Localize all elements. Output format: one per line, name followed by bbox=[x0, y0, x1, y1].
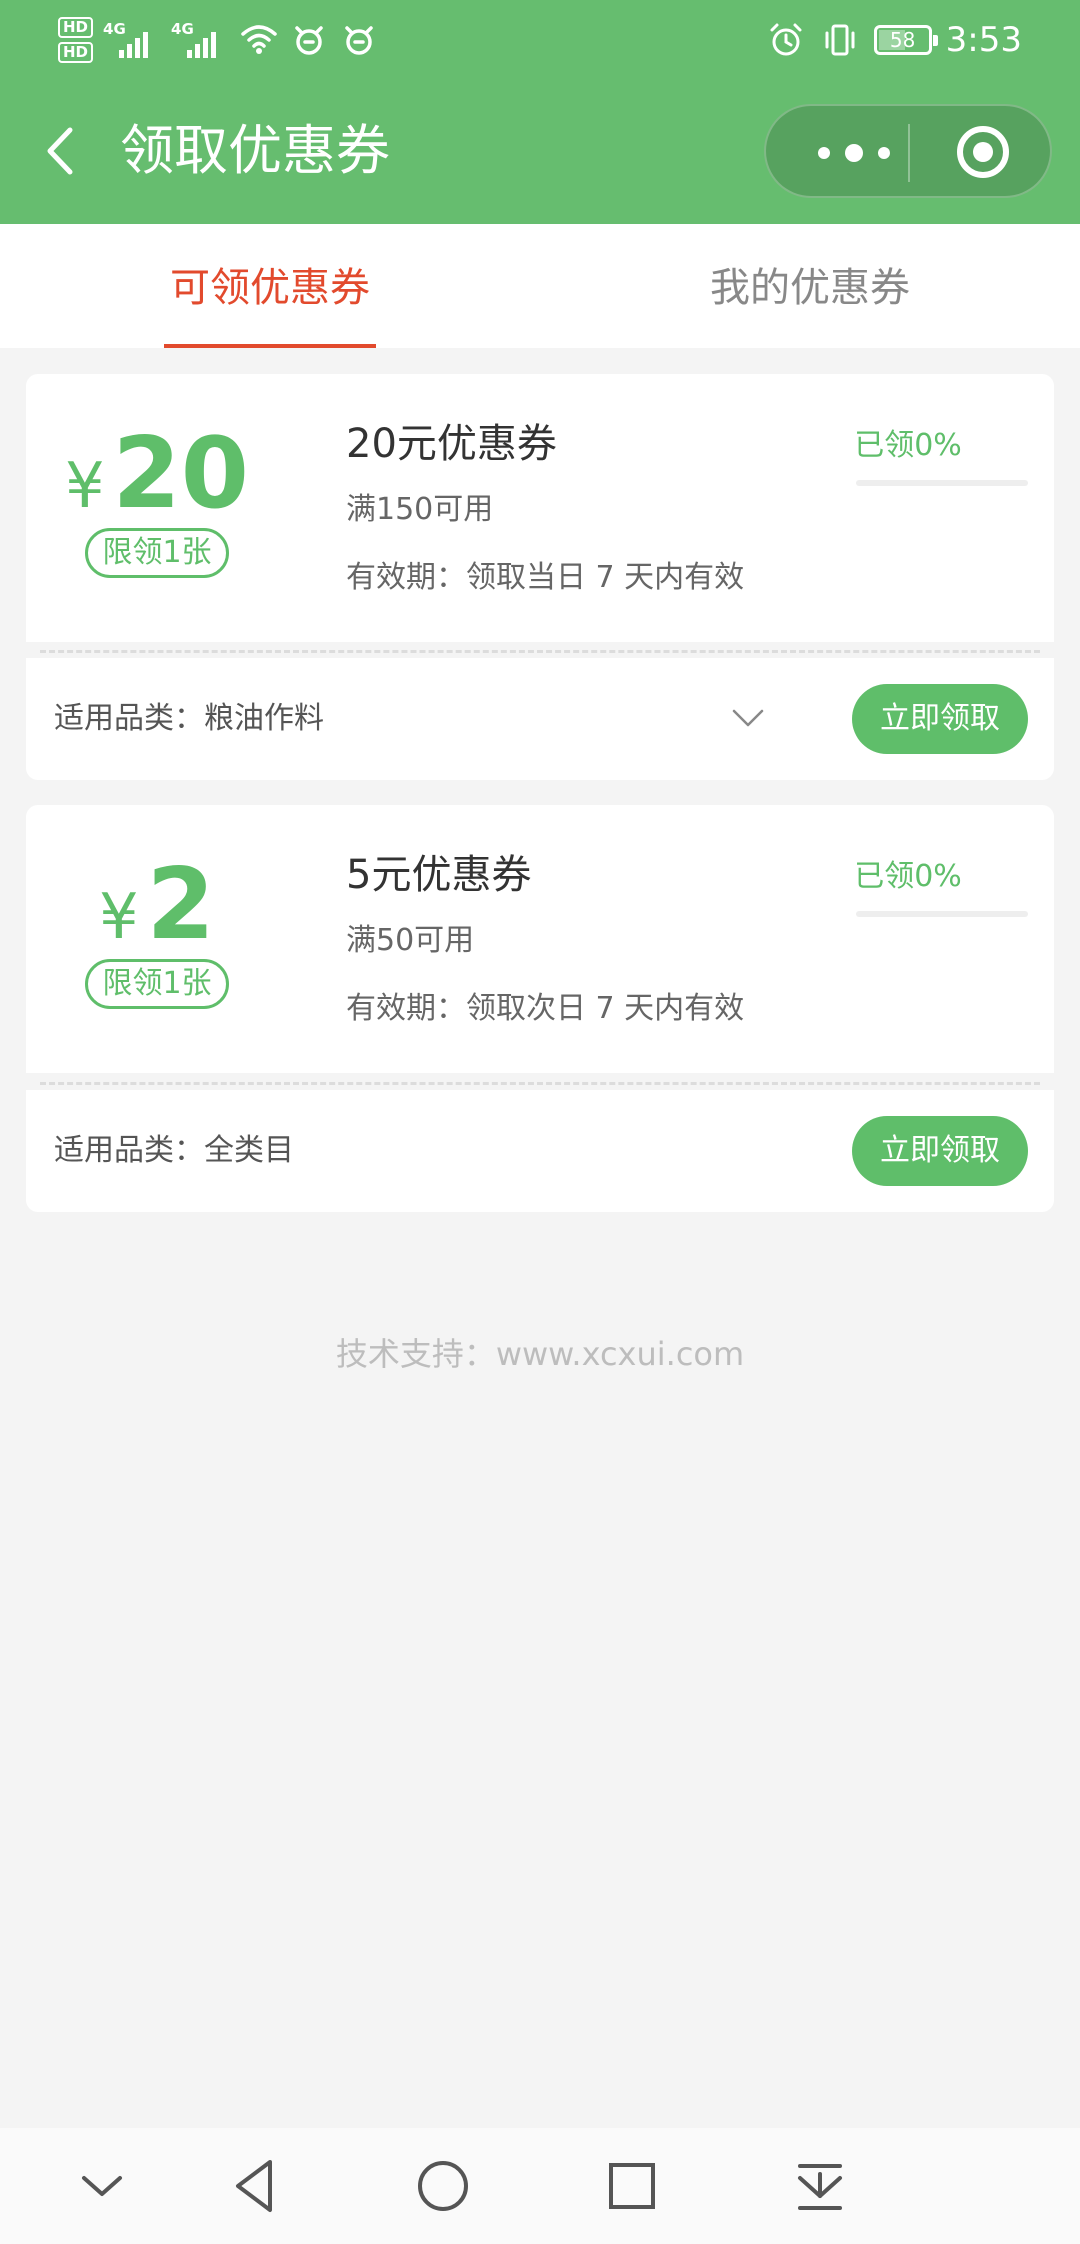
wifi-icon bbox=[241, 25, 277, 54]
tab-my-coupons[interactable]: 我的优惠券 bbox=[540, 224, 1080, 348]
notification-icon bbox=[295, 26, 323, 55]
claimed-progress-bar bbox=[856, 480, 1028, 486]
tab-available-coupons[interactable]: 可领优惠券 bbox=[0, 224, 540, 348]
page-title: 领取优惠券 bbox=[120, 119, 390, 182]
limit-badge: 限领1张 bbox=[85, 528, 229, 578]
coupon-title: 5元优惠券 bbox=[346, 852, 532, 898]
home-circle-icon[interactable] bbox=[413, 2156, 473, 2216]
claimed-percent: 已领0% bbox=[854, 859, 962, 894]
status-left: HD HD 4G 4G bbox=[58, 12, 379, 68]
collapse-down-icon[interactable] bbox=[72, 2156, 132, 2216]
signal-icon-2: 4G bbox=[171, 20, 229, 60]
tab-bar: 可领优惠券 我的优惠券 bbox=[0, 224, 1080, 348]
alarm-icon bbox=[770, 23, 802, 56]
claim-button[interactable]: 立即领取 bbox=[852, 684, 1028, 754]
coupon-condition: 满150可用 bbox=[346, 492, 494, 527]
claim-button[interactable]: 立即领取 bbox=[852, 1116, 1028, 1186]
coupon-condition: 满50可用 bbox=[346, 923, 475, 958]
coupon-card: ¥ 20 限领1张 20元优惠券 满150可用 有效期：领取当日 7 天内有效 … bbox=[26, 374, 1054, 642]
coupon-category: 适用品类：全类目 bbox=[54, 1133, 294, 1168]
chevron-left-icon[interactable] bbox=[36, 116, 96, 186]
coupon-title: 20元优惠券 bbox=[346, 421, 557, 467]
recents-square-icon[interactable] bbox=[602, 2156, 662, 2216]
coupon-divider bbox=[40, 650, 1040, 653]
coupon-footer: 适用品类：粮油作料 立即领取 bbox=[26, 658, 1054, 780]
claimed-progress-bar bbox=[856, 911, 1028, 917]
coupon-amount-block: ¥ 2 限领1张 bbox=[72, 855, 242, 1009]
claimed-percent: 已领0% bbox=[854, 428, 962, 463]
hd-badge-2: HD bbox=[58, 42, 94, 63]
download-icon[interactable] bbox=[790, 2156, 850, 2216]
coupon-amount: 2 bbox=[146, 848, 215, 962]
currency-symbol: ¥ bbox=[99, 880, 139, 953]
signal-icon: 4G bbox=[103, 20, 161, 60]
coupon-card: ¥ 2 限领1张 5元优惠券 满50可用 有效期：领取次日 7 天内有效 已领0… bbox=[26, 805, 1054, 1073]
more-dots-icon[interactable] bbox=[804, 136, 904, 170]
limit-badge: 限领1张 bbox=[85, 959, 229, 1009]
notification-icon-2 bbox=[345, 26, 373, 55]
system-nav-bar bbox=[0, 2128, 1080, 2244]
chevron-down-icon[interactable] bbox=[728, 698, 768, 738]
coupon-amount-block: ¥ 20 限领1张 bbox=[65, 424, 249, 578]
back-triangle-icon[interactable] bbox=[226, 2156, 286, 2216]
title-bar: 领取优惠券 bbox=[0, 96, 1080, 212]
tech-support-text: 技术支持：www.xcxui.com bbox=[335, 1335, 745, 1373]
coupon-footer: 适用品类：全类目 立即领取 bbox=[26, 1090, 1054, 1212]
coupon-divider bbox=[40, 1082, 1040, 1085]
coupon-validity: 有效期：领取当日 7 天内有效 bbox=[346, 560, 745, 595]
header: HD HD 4G 4G 58 3:53 领取优惠券 bbox=[0, 0, 1080, 224]
capsule-divider bbox=[908, 124, 910, 182]
coupon-amount: 20 bbox=[112, 417, 249, 531]
sim-indicators: HD HD bbox=[58, 17, 94, 63]
vibrate-icon bbox=[825, 24, 855, 56]
tab-indicator bbox=[164, 344, 376, 348]
status-time: 3:53 bbox=[945, 20, 1022, 60]
coupon-validity: 有效期：领取次日 7 天内有效 bbox=[346, 991, 745, 1026]
hd-badge-1: HD bbox=[58, 17, 94, 38]
battery-percent: 58 bbox=[889, 28, 916, 52]
status-bar: HD HD 4G 4G 58 3:53 bbox=[0, 0, 1080, 80]
currency-symbol: ¥ bbox=[65, 449, 105, 522]
battery-icon: 58 bbox=[873, 25, 938, 55]
status-right: 58 3:53 bbox=[766, 14, 1022, 66]
target-circle-icon[interactable] bbox=[954, 123, 1012, 181]
mini-program-capsule bbox=[764, 104, 1052, 198]
coupon-category: 适用品类：粮油作料 bbox=[54, 701, 324, 736]
